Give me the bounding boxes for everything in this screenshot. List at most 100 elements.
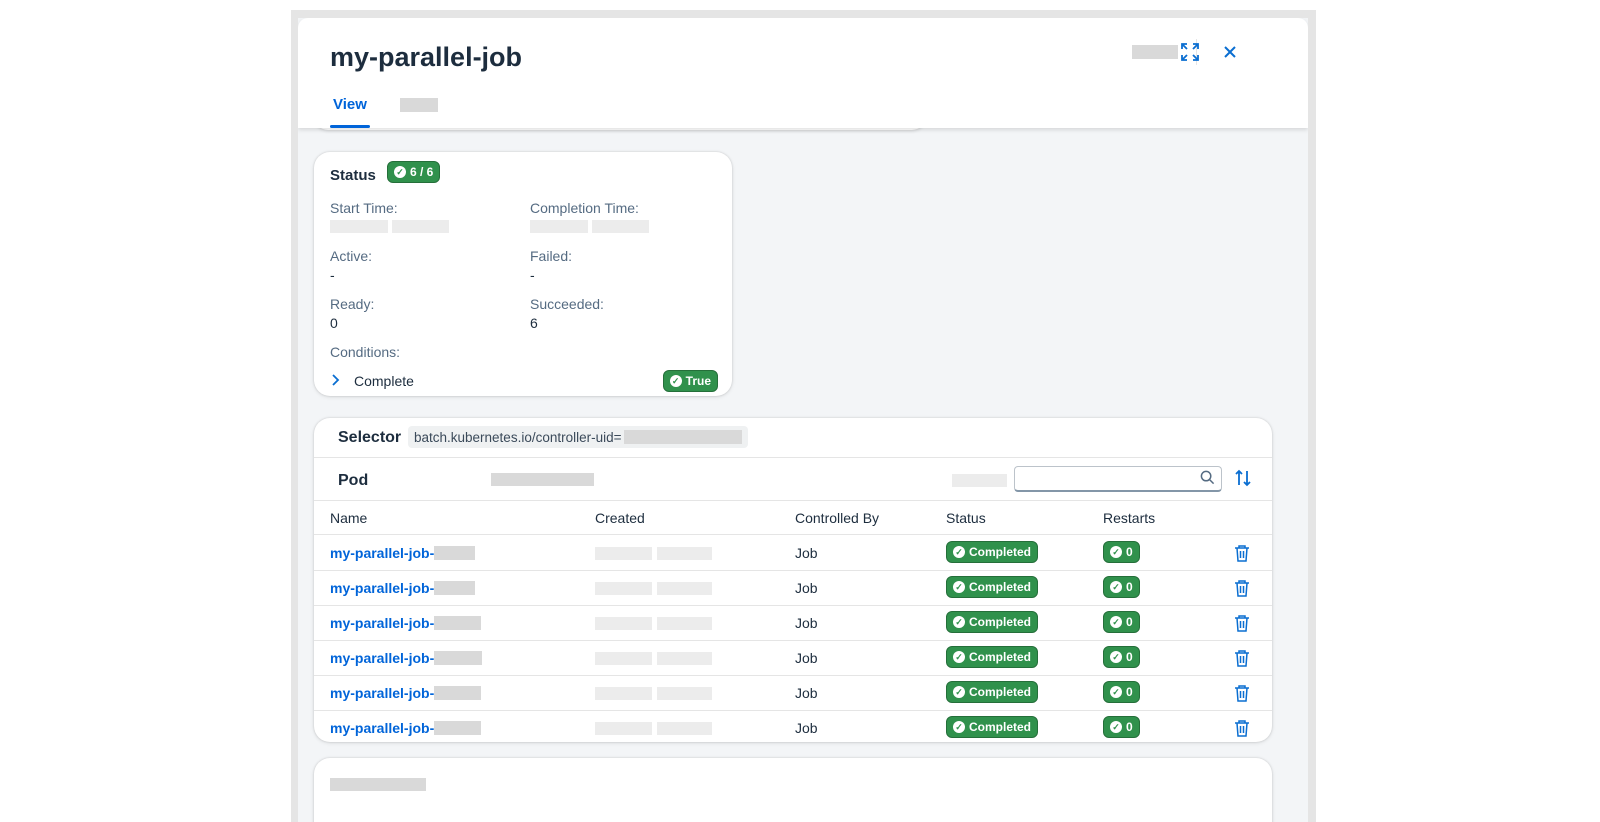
delete-icon[interactable] [1234, 719, 1252, 737]
condition-status-text: True [685, 374, 711, 388]
start-time-redacted-date [330, 220, 388, 233]
restarts-text: 0 [1126, 650, 1133, 664]
conditions-label: Conditions: [330, 344, 401, 360]
header-redacted-text [1132, 45, 1178, 59]
column-header-controlled-by[interactable]: Controlled By [795, 510, 879, 526]
pod-name-redacted-suffix [434, 721, 482, 735]
start-time-redacted-time [392, 220, 449, 233]
pod-name-link[interactable]: my-parallel-job- [330, 615, 482, 631]
created-redacted-date [595, 582, 652, 595]
check-circle-icon: ✓ [394, 166, 406, 178]
pod-status-text: Completed [969, 615, 1032, 629]
restarts-text: 0 [1126, 685, 1133, 699]
search-input[interactable] [1014, 466, 1222, 492]
created-redacted-date [595, 722, 652, 735]
pods-card: Selector batch.kubernetes.io/controller-… [314, 418, 1272, 742]
pod-redacted-text [491, 473, 594, 486]
selector-row: Selector batch.kubernetes.io/controller-… [314, 418, 1272, 458]
restarts-text: 0 [1126, 615, 1133, 629]
pod-name-link[interactable]: my-parallel-job- [330, 650, 483, 666]
created-redacted-time [657, 687, 712, 700]
check-circle-icon: ✓ [1110, 546, 1122, 558]
completion-time-label: Completion Time: [530, 200, 639, 216]
restarts-text: 0 [1126, 545, 1133, 559]
check-circle-icon: ✓ [953, 651, 965, 663]
check-circle-icon: ✓ [1110, 686, 1122, 698]
restarts-badge: ✓ 0 [1103, 576, 1140, 598]
tab-view[interactable]: View [330, 96, 370, 128]
check-circle-icon: ✓ [669, 375, 682, 387]
column-header-name[interactable]: Name [330, 510, 367, 526]
pod-redacted-filter [952, 474, 1007, 487]
column-header-restarts[interactable]: Restarts [1103, 510, 1155, 526]
job-detail-panel: my-parallel-job View Status ✓ 6 / 6 Star… [298, 18, 1308, 822]
pod-status-badge: ✓ Completed [946, 576, 1039, 598]
delete-icon[interactable] [1234, 649, 1252, 667]
page-title: my-parallel-job [330, 42, 523, 72]
table-row[interactable]: my-parallel-job- Job ✓ Completed ✓ 0 [314, 676, 1272, 711]
pod-status-badge: ✓ Completed [946, 646, 1039, 668]
check-circle-icon: ✓ [953, 546, 965, 558]
pod-name-text: my-parallel-job- [330, 685, 435, 701]
selector-value: batch.kubernetes.io/controller-uid= [408, 426, 748, 448]
restarts-badge: ✓ 0 [1103, 611, 1140, 633]
selector-value-text: batch.kubernetes.io/controller-uid= [414, 429, 622, 445]
pod-name-link[interactable]: my-parallel-job- [330, 720, 482, 736]
chevron-right-icon[interactable] [330, 373, 350, 389]
column-header-status[interactable]: Status [946, 510, 986, 526]
close-icon[interactable] [1218, 40, 1242, 64]
column-header-created[interactable]: Created [595, 510, 645, 526]
active-label: Active: [330, 248, 373, 264]
delete-icon[interactable] [1234, 544, 1252, 562]
check-circle-icon: ✓ [953, 721, 965, 733]
check-circle-icon: ✓ [1110, 581, 1122, 593]
created-redacted-time [657, 722, 712, 735]
search-icon[interactable] [1200, 470, 1215, 489]
restarts-text: 0 [1126, 720, 1133, 734]
delete-icon[interactable] [1234, 684, 1252, 702]
pod-name-redacted-suffix [434, 581, 476, 595]
selector-redacted-uid [623, 430, 742, 444]
expand-icon[interactable] [1178, 40, 1202, 64]
controlled-by-value: Job [795, 580, 818, 596]
restarts-text: 0 [1126, 580, 1133, 594]
table-row[interactable]: my-parallel-job- Job ✓ Completed ✓ 0 [314, 536, 1272, 571]
succeeded-value: 6 [530, 315, 538, 331]
pod-name-text: my-parallel-job- [330, 545, 435, 561]
condition-row[interactable]: Complete ✓ True [330, 369, 718, 393]
controlled-by-value: Job [795, 545, 818, 561]
completion-time-redacted-time [592, 220, 649, 233]
condition-status-badge: ✓ True [662, 370, 718, 392]
table-row[interactable]: my-parallel-job- Job ✓ Completed ✓ 0 [314, 571, 1272, 606]
pod-name-redacted-suffix [434, 686, 482, 700]
created-redacted-date [595, 617, 652, 630]
created-redacted-time [657, 582, 712, 595]
pod-section-title: Pod [338, 472, 369, 489]
table-row[interactable]: my-parallel-job- Job ✓ Completed ✓ 0 [314, 711, 1272, 746]
restarts-badge: ✓ 0 [1103, 716, 1140, 738]
status-title: Status [330, 167, 376, 184]
pod-name-link[interactable]: my-parallel-job- [330, 545, 476, 561]
status-card: Status ✓ 6 / 6 Start Time: Completion Ti… [314, 152, 732, 396]
status-count-badge: ✓ 6 / 6 [387, 161, 441, 183]
check-circle-icon: ✓ [1110, 616, 1122, 628]
delete-icon[interactable] [1234, 579, 1252, 597]
controlled-by-value: Job [795, 685, 818, 701]
table-row[interactable]: my-parallel-job- Job ✓ Completed ✓ 0 [314, 641, 1272, 676]
sort-icon[interactable] [1234, 469, 1252, 492]
pod-name-link[interactable]: my-parallel-job- [330, 685, 482, 701]
table-row[interactable]: my-parallel-job- Job ✓ Completed ✓ 0 [314, 606, 1272, 641]
pod-name-link[interactable]: my-parallel-job- [330, 580, 476, 596]
status-count-text: 6 / 6 [410, 165, 434, 179]
pod-name-redacted-suffix [434, 616, 482, 630]
check-circle-icon: ✓ [1110, 721, 1122, 733]
tab-redacted[interactable] [399, 98, 438, 112]
condition-label: Complete [354, 373, 414, 389]
created-redacted-time [657, 547, 712, 560]
pod-name-redacted-suffix [434, 651, 483, 665]
pod-status-badge: ✓ Completed [946, 541, 1039, 563]
delete-icon[interactable] [1234, 614, 1252, 632]
check-circle-icon: ✓ [953, 616, 965, 628]
created-redacted-date [595, 547, 652, 560]
pod-status-text: Completed [969, 580, 1032, 594]
